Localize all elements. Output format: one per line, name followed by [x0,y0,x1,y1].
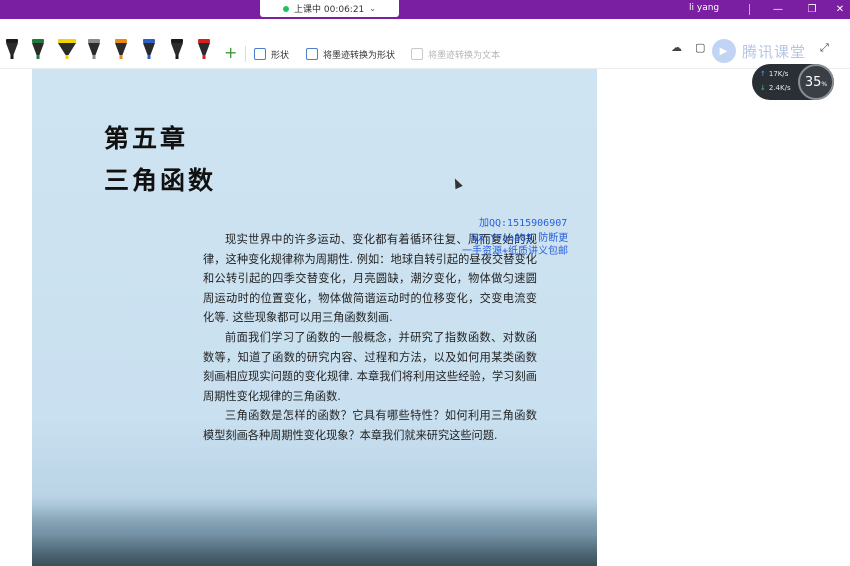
cloud-icon[interactable]: ☁ [671,41,682,54]
screen-icon[interactable]: ▢ [695,41,705,54]
convert-shape-icon [306,48,318,60]
restore-button[interactable]: ❐ [804,1,820,17]
download-speed: 2.4K/s [768,84,791,92]
titlebar-divider [749,4,750,15]
pen-tool-2[interactable] [31,39,45,61]
add-pen-button[interactable]: + [224,45,237,61]
app-logo: ▶ 腾讯课堂 [712,39,806,63]
cpu-percent: 35 [804,74,822,90]
paragraph-2: 前面我们学习了函数的一般概念，并研究了指数函数、对数函数等，知道了函数的研究内容… [203,331,537,403]
shape-icon [254,48,266,60]
close-button[interactable]: ✕ [832,1,848,17]
convert-text-label: 将墨迹转换为文本 [428,50,501,61]
convert-ink-to-shape-button[interactable]: 将墨迹转换为形状 [306,46,395,62]
convert-ink-to-text-button[interactable]: 将墨迹转换为文本 [411,46,500,62]
pen-tool-3[interactable] [57,39,77,61]
watermark-line-1: 加QQ:1515906907 [479,218,568,229]
upload-speed: 17K/s [768,70,789,78]
cpu-percent-unit: % [821,80,828,88]
page-bottom-shade [32,496,597,566]
username: li yang [689,3,720,13]
network-status-widget[interactable]: ↑ 17K/s ↓ 2.4K/s 35% [752,64,834,100]
convert-shape-label: 将墨迹转换为形状 [323,50,396,61]
cpu-usage-ring: 35% [798,64,834,100]
pen-icon [88,39,100,59]
download-icon: ↓ [760,84,766,92]
convert-text-icon [411,48,423,60]
pen-tool-5[interactable] [114,39,128,61]
pen-icon [58,39,76,59]
live-indicator-icon [283,5,289,12]
shape-label: 形状 [271,50,290,61]
pen-tool-7[interactable] [170,39,184,61]
toolbar-divider [245,46,246,62]
paragraph-3: 三角函数是怎样的函数？它具有哪些特性？如何利用三角函数模型刻画各种周期性变化现象… [203,409,537,442]
pen-icon [6,39,18,59]
expand-icon[interactable]: ⤢ [820,41,829,55]
shape-button[interactable]: 形状 [254,46,289,62]
live-status-pill[interactable]: 上课中 00:06:21 ⌄ [260,0,399,17]
play-icon: ▶ [712,39,736,63]
shared-document-page: 第五章 三角函数 现实世界中的许多运动、变化都有着循环往复、周而复始的规律，这种… [32,69,597,566]
drawing-toolbar: + 形状 将墨迹转换为形状 将墨迹转换为文本 ☁ ▢ ▶ 腾讯课堂 ⤢ [0,19,850,69]
pen-tool-4[interactable] [87,39,101,61]
chevron-down-icon: ⌄ [369,4,376,13]
pen-icon [115,39,127,59]
pen-icon [32,39,44,59]
chapter-number: 第五章 [104,124,189,153]
logo-text: 腾讯课堂 [742,42,807,61]
pen-icon [198,39,210,59]
pen-tool-8[interactable] [197,39,211,61]
watermark-line-3: 一手资源+纸质讲义包邮 [462,246,569,257]
pen-icon [171,39,183,59]
upload-icon: ↑ [760,70,766,78]
pen-tool-1[interactable] [5,39,19,61]
live-status-text: 上课中 00:06:21 [294,5,365,15]
title-bar: 上课中 00:06:21 ⌄ li yang — ❐ ✕ [0,0,850,19]
minimize-button[interactable]: — [770,1,786,17]
pen-tool-6[interactable] [142,39,156,61]
chapter-title: 三角函数 [104,166,217,195]
pen-icon [143,39,155,59]
